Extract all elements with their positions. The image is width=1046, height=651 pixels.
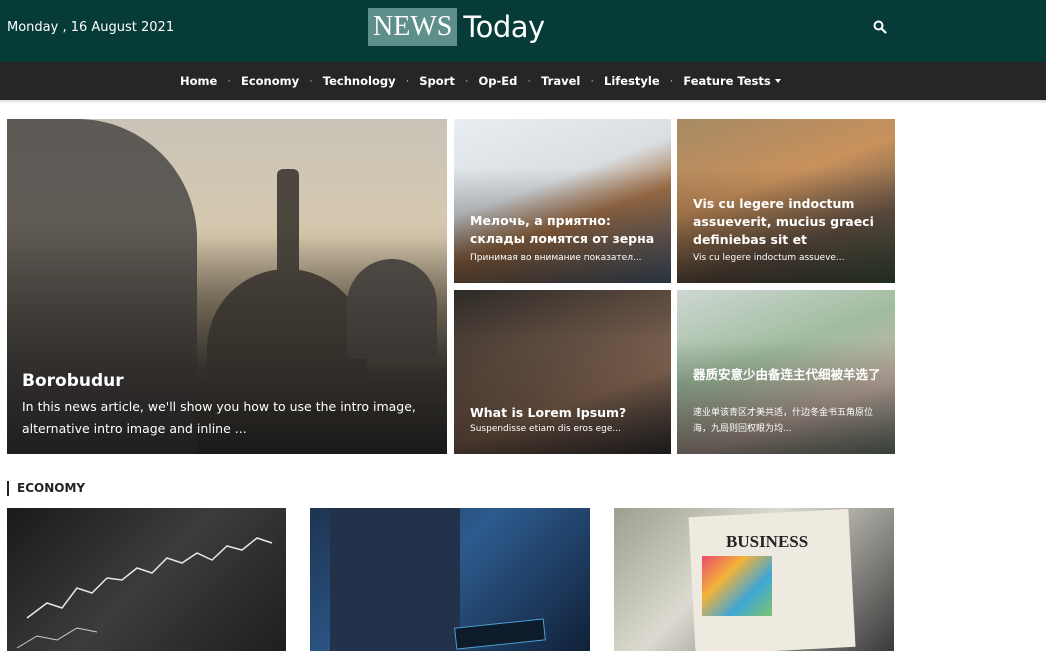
featured-card-title[interactable]: 器质安意少由备连主代细被羊选了: [693, 366, 888, 384]
logo-today-text: Today: [463, 10, 545, 44]
chevron-down-icon: [774, 79, 781, 83]
logo-news-text: NEWS: [368, 8, 458, 46]
featured-card[interactable]: Мелочь, а приятно: склады ломятся от зер…: [454, 119, 671, 283]
nav-separator: ·: [590, 75, 594, 87]
featured-card[interactable]: Vis cu legere indoctum assueverit, muciu…: [677, 119, 895, 283]
featured-main-intro: In this news article, we'll show you how…: [22, 399, 416, 436]
nav-item-travel[interactable]: Travel: [541, 74, 580, 88]
card-overlay: [454, 339, 671, 454]
top-header: Monday , 16 August 2021 NEWS Today: [0, 0, 1046, 62]
nav-separator: ·: [227, 75, 231, 87]
search-icon[interactable]: [873, 20, 887, 34]
featured-card-title[interactable]: Мелочь, а приятно: склады ломятся от зер…: [470, 212, 665, 248]
featured-card-title[interactable]: Vis cu legere indoctum assueverit, muciu…: [693, 195, 888, 249]
economy-article-image[interactable]: BUSINESS: [614, 508, 894, 651]
nav-separator: ·: [464, 75, 469, 87]
nav-list: Home · Economy · Technology · Sport · Op…: [180, 62, 781, 100]
nav-separator: ·: [669, 75, 674, 87]
main-nav: Home · Economy · Technology · Sport · Op…: [0, 62, 1046, 100]
nav-item-sport[interactable]: Sport: [419, 74, 455, 88]
economy-article-image[interactable]: [310, 508, 590, 651]
nav-item-technology[interactable]: Technology: [323, 74, 396, 88]
featured-card-intro: 速业单该青区才美共适，什边冬金书五角原位海，九局则回权眼为均...: [693, 408, 874, 434]
nav-separator: ·: [309, 75, 313, 87]
nav-item-home[interactable]: Home: [180, 74, 217, 88]
section-heading-economy[interactable]: ECONOMY: [7, 481, 85, 496]
featured-card-intro: Принимая во внимание показател...: [470, 253, 642, 263]
featured-main-title[interactable]: Borobudur: [22, 371, 124, 391]
featured-card[interactable]: 器质安意少由备连主代细被羊选了 速业单该青区才美共适，什边冬金书五角原位海，九局…: [677, 290, 895, 454]
nav-item-op-ed[interactable]: Op-Ed: [479, 74, 518, 88]
economy-article-image[interactable]: [7, 508, 286, 651]
featured-card-intro: Suspendisse etiam dis eros ege...: [470, 424, 621, 434]
nav-item-feature-tests-label: Feature Tests: [683, 74, 771, 88]
featured-main-card[interactable]: Borobudur In this news article, we'll sh…: [7, 119, 447, 454]
nav-shadow: [0, 100, 1046, 104]
current-date: Monday , 16 August 2021: [7, 20, 175, 35]
site-logo[interactable]: NEWS Today: [368, 8, 545, 46]
nav-separator: ·: [527, 75, 532, 87]
tablet-shape: [454, 618, 546, 650]
featured-card-title[interactable]: What is Lorem Ipsum?: [470, 404, 665, 422]
trader-figure-shape: [330, 508, 460, 651]
nav-separator: ·: [405, 75, 410, 87]
nav-item-economy[interactable]: Economy: [241, 74, 299, 88]
featured-card[interactable]: What is Lorem Ipsum? Suspendisse etiam d…: [454, 290, 671, 454]
nav-item-feature-tests[interactable]: Feature Tests: [683, 74, 781, 88]
newspaper-headline: BUSINESS: [726, 532, 809, 551]
stock-chart-image: [16, 537, 273, 649]
nav-item-lifestyle[interactable]: Lifestyle: [604, 74, 660, 88]
featured-card-intro: Vis cu legere indoctum assueve...: [693, 253, 845, 263]
newspaper-graphic-shape: [702, 556, 772, 616]
